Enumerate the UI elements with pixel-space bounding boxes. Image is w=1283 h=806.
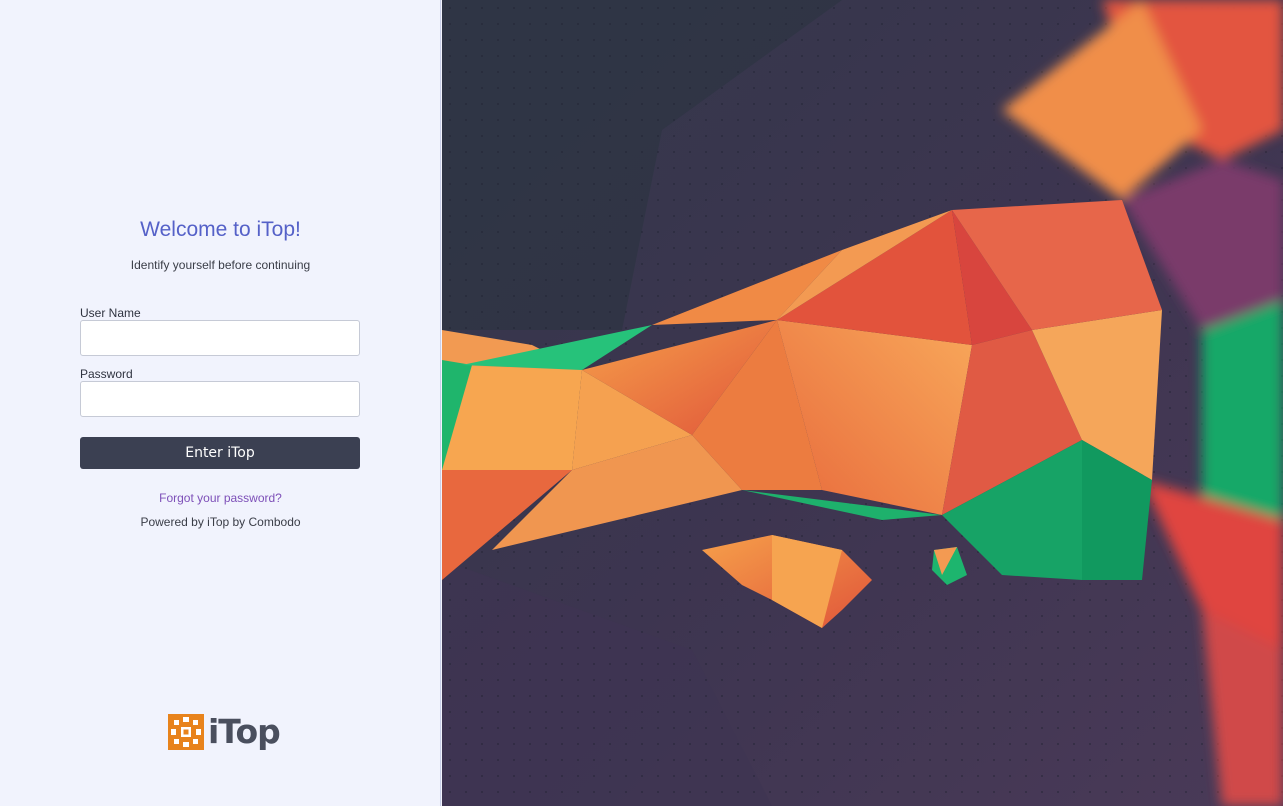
page-subtitle: Identify yourself before continuing xyxy=(130,258,311,272)
login-panel: Welcome to iTop! Identify yourself befor… xyxy=(0,0,441,806)
powered-by-text: Powered by iTop by Combodo xyxy=(140,515,301,529)
forgot-password-link[interactable]: Forgot your password? xyxy=(0,491,441,505)
itop-logo: iTop xyxy=(168,712,281,751)
itop-logo-icon xyxy=(168,714,204,750)
page-title: Welcome to iTop! xyxy=(140,218,301,241)
polygon-artwork-icon xyxy=(442,0,1283,806)
logo-text: iTop xyxy=(208,712,281,751)
password-input[interactable] xyxy=(80,381,360,417)
background-artwork xyxy=(442,0,1283,806)
password-label: Password xyxy=(80,367,133,381)
username-label: User Name xyxy=(80,306,141,320)
username-input[interactable] xyxy=(80,320,360,356)
enter-itop-button[interactable]: Enter iTop xyxy=(80,437,360,469)
